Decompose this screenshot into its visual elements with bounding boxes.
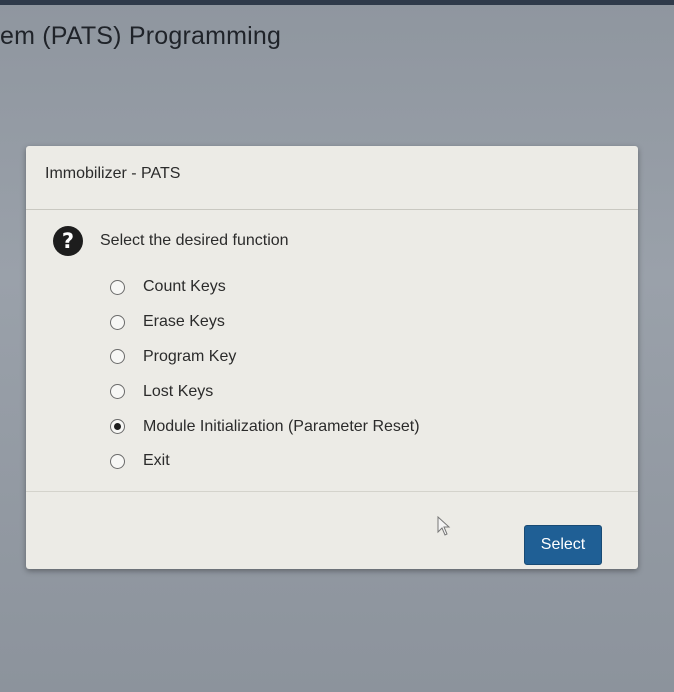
option-exit[interactable]: Exit bbox=[110, 444, 420, 479]
option-label: Count Keys bbox=[143, 278, 226, 296]
function-options: Count Keys Erase Keys Program Key Lost K… bbox=[110, 270, 420, 479]
option-module-initialization[interactable]: Module Initialization (Parameter Reset) bbox=[110, 409, 420, 444]
option-label: Lost Keys bbox=[143, 382, 214, 400]
option-label: Program Key bbox=[143, 347, 237, 365]
option-label: Erase Keys bbox=[143, 313, 225, 331]
radio-erase-keys[interactable] bbox=[110, 314, 125, 330]
radio-exit[interactable] bbox=[110, 453, 125, 469]
top-bar bbox=[0, 0, 674, 5]
option-label: Module Initialization (Parameter Reset) bbox=[143, 417, 420, 435]
option-program-key[interactable]: Program Key bbox=[110, 340, 420, 375]
option-erase-keys[interactable]: Erase Keys bbox=[110, 305, 420, 340]
page-title: em (PATS) Programming bbox=[0, 22, 282, 50]
prompt-text: Select the desired function bbox=[100, 232, 289, 249]
prompt-row: ? Select the desired function bbox=[53, 226, 289, 256]
footer-divider bbox=[26, 491, 638, 492]
question-circle-icon: ? bbox=[53, 226, 83, 256]
radio-module-initialization[interactable] bbox=[110, 419, 125, 435]
radio-program-key[interactable] bbox=[110, 349, 125, 365]
option-label: Exit bbox=[143, 452, 170, 470]
mouse-pointer-icon bbox=[437, 515, 451, 541]
radio-lost-keys[interactable] bbox=[110, 384, 125, 400]
dialog-title: Immobilizer - PATS bbox=[26, 146, 638, 210]
radio-count-keys[interactable] bbox=[110, 279, 125, 295]
immobilizer-dialog: Immobilizer - PATS ? Select the desired … bbox=[26, 146, 638, 569]
select-button[interactable]: Select bbox=[524, 525, 602, 565]
option-lost-keys[interactable]: Lost Keys bbox=[110, 374, 420, 409]
option-count-keys[interactable]: Count Keys bbox=[110, 270, 420, 305]
